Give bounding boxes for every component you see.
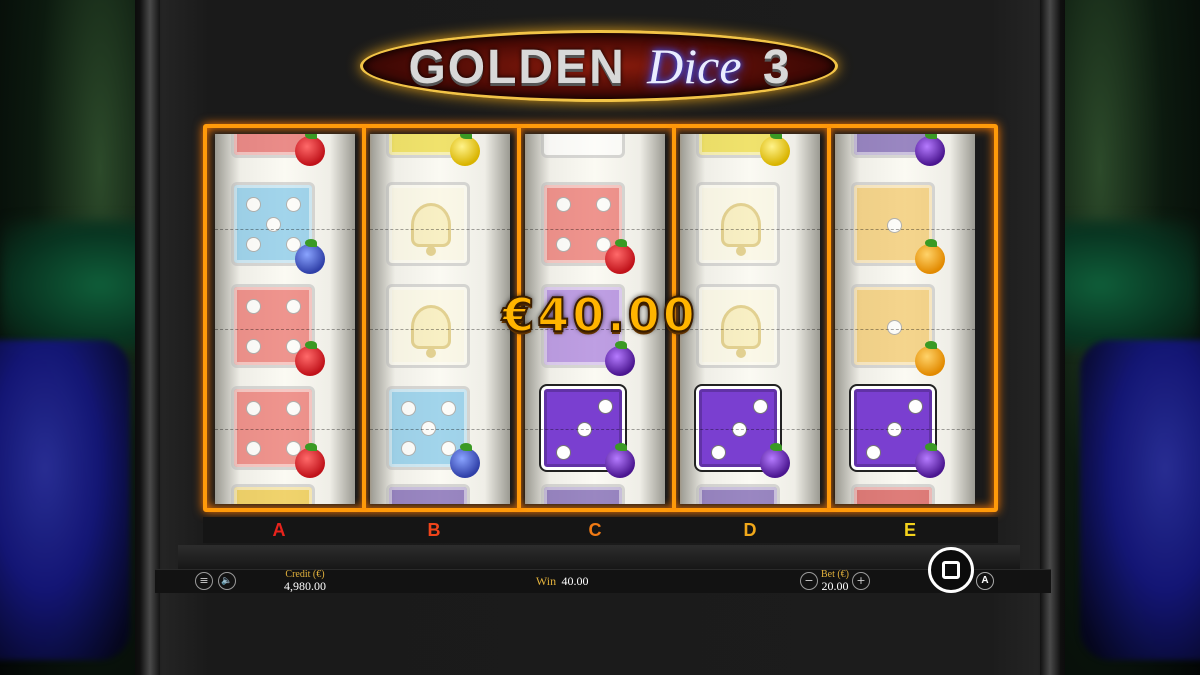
reel-e-symbol-1 [851, 182, 947, 274]
win-amount-overlay: €40.00 [501, 287, 698, 343]
reel-d-symbol-top [696, 134, 792, 166]
reel-label-b: B [427, 520, 441, 540]
reel-a-symbol-bottom [231, 484, 327, 504]
strawberry-icon [605, 239, 635, 274]
reel-e-symbol-bottom [851, 484, 947, 504]
sound-button[interactable]: 🔈 [218, 572, 236, 590]
strawberry-icon [295, 443, 325, 478]
bet-increase-button[interactable]: + [852, 572, 870, 590]
stop-square-icon [942, 561, 960, 579]
reel-labels: A B C D E [203, 517, 998, 543]
reel-e-symbol-3 [851, 386, 947, 478]
reel-a-symbol-3 [231, 386, 327, 478]
logo-title: GOLDEN Dice 3 [360, 36, 838, 98]
plum-icon [605, 341, 635, 376]
control-ledge [178, 545, 1020, 569]
plum-icon [760, 443, 790, 478]
reel-label-a: A [272, 520, 286, 540]
spin-button[interactable] [928, 547, 974, 593]
reel-divider [827, 128, 831, 508]
red-die-icon [851, 484, 935, 504]
reel-a [215, 134, 355, 504]
purple-die-icon [696, 484, 780, 504]
bet-value: 20.00 [821, 579, 849, 593]
strawberry-icon [295, 134, 325, 166]
reel-b-symbol-2 [386, 284, 482, 376]
credit-value: 4,980.00 [284, 579, 326, 593]
reel-e [835, 134, 975, 504]
background-dice-left [0, 340, 130, 660]
reel-label-d: D [743, 520, 757, 540]
orange-icon [915, 239, 945, 274]
autoplay-button[interactable]: A [976, 572, 994, 590]
lemon-icon [450, 134, 480, 166]
reel-b-symbol-1 [386, 182, 482, 274]
plum-icon [915, 443, 945, 478]
golden-bell-tile-icon [386, 182, 470, 266]
reel-c-symbol-bottom [541, 484, 637, 504]
purple-die-icon [541, 484, 625, 504]
strawberry-icon [295, 341, 325, 376]
reel-a-symbol-top [231, 134, 327, 166]
plum-icon [605, 443, 635, 478]
logo-number: 3 [762, 41, 790, 94]
win-value: 40.00 [561, 574, 589, 588]
reel-c-symbol-3 [541, 386, 637, 478]
reel-d-symbol-3 [696, 386, 792, 478]
reel-divider [362, 128, 366, 508]
purple-die-icon [386, 484, 470, 504]
logo-word-golden: GOLDEN [408, 41, 626, 94]
logo-word-dice: Dice [647, 38, 742, 94]
lemon-icon [760, 134, 790, 166]
reel-label-c: C [588, 520, 602, 540]
golden-bell-tile-icon [386, 284, 470, 368]
yellow-die-icon [231, 484, 315, 504]
bell-icon [411, 305, 451, 358]
orange-icon [915, 341, 945, 376]
bell-icon [721, 203, 761, 256]
plum-icon [915, 134, 945, 166]
golden-bell-tile-icon [696, 182, 780, 266]
grapes-icon [450, 443, 480, 478]
reel-label-e: E [903, 520, 916, 540]
reel-e-symbol-top [851, 134, 947, 166]
reel-d-symbol-1 [696, 182, 792, 274]
reel-b-symbol-3 [386, 386, 482, 478]
reel-b-symbol-top [386, 134, 482, 166]
reel-c-symbol-1 [541, 182, 637, 274]
game-logo: GOLDEN Dice 3 [360, 30, 838, 102]
reel-b-symbol-bottom [386, 484, 482, 504]
reel-d-symbol-bottom [696, 484, 792, 504]
bell-icon [411, 203, 451, 256]
reel-c-symbol-top [541, 134, 637, 166]
white-die-icon [541, 134, 625, 158]
menu-button[interactable]: ≡ [195, 572, 213, 590]
reel-e-symbol-2 [851, 284, 947, 376]
reel-a-symbol-2 [231, 284, 327, 376]
background-dice-right [1080, 340, 1200, 660]
reel-a-symbol-1 [231, 182, 327, 274]
win-label: Win [535, 574, 557, 588]
grapes-icon [295, 239, 325, 274]
